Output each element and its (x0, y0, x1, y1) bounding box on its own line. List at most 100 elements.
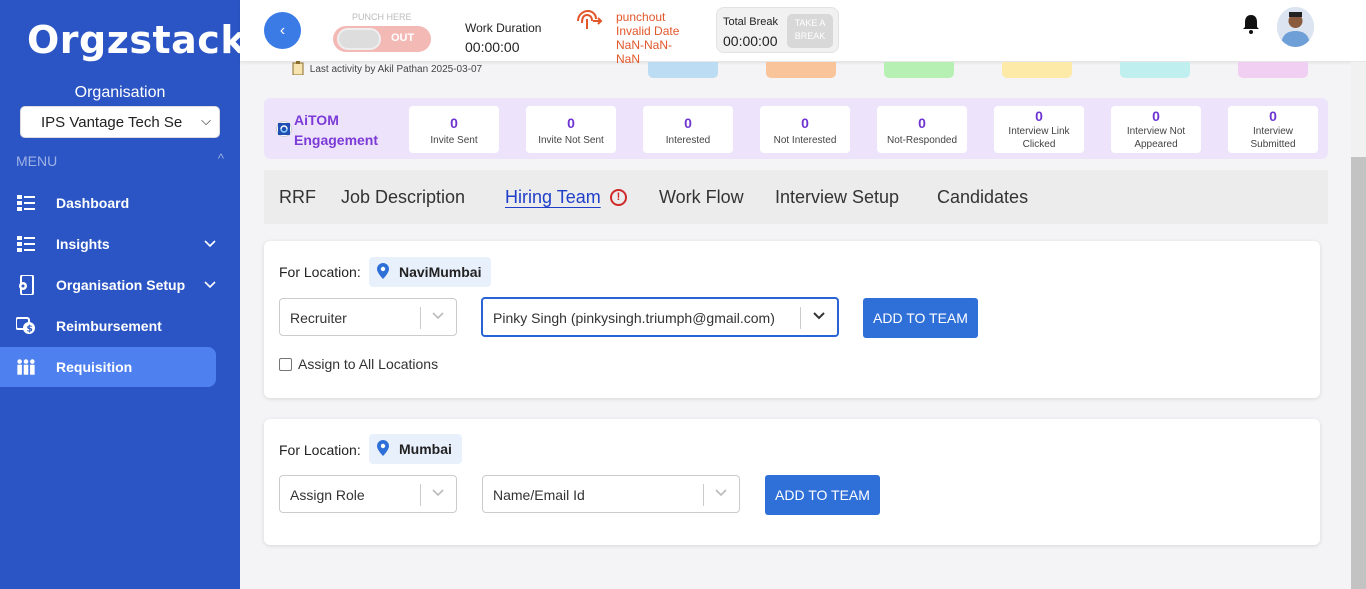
stat-card (766, 62, 836, 78)
assign-all-locations[interactable]: Assign to All Locations (279, 356, 438, 372)
aitom-title-line: Engagement (294, 132, 379, 148)
map-pin-icon (377, 439, 389, 459)
engagement-label: Invite Sent (430, 135, 478, 146)
tab-candidates[interactable]: Candidates (937, 187, 1028, 208)
reimbursement-icon: $ (16, 316, 36, 336)
refresh-icon[interactable] (276, 121, 292, 137)
take-break-button[interactable]: TAKE A BREAK (787, 14, 833, 48)
take-break-line: TAKE A (794, 18, 826, 28)
menu-header[interactable]: MENU ^ (16, 151, 224, 169)
stat-card (1002, 62, 1072, 78)
sidebar-item-organisation-setup[interactable]: Organisation Setup (0, 265, 216, 305)
member-select[interactable]: Pinky Singh (pinkysingh.triumph@gmail.co… (481, 297, 839, 337)
sidebar-item-label: Reimbursement (56, 318, 162, 334)
total-break-box: Total Break 00:00:00 TAKE A BREAK (716, 7, 839, 53)
sidebar-item-label: Dashboard (56, 195, 130, 211)
engagement-card-interested[interactable]: 0 Interested (643, 106, 733, 153)
role-select[interactable]: Recruiter (279, 298, 457, 336)
sidebar-item-reimbursement[interactable]: $ Reimbursement (0, 306, 216, 346)
member-select-value: Pinky Singh (pinkysingh.triumph@gmail.co… (493, 310, 775, 326)
map-pin-icon (377, 262, 389, 282)
people-icon (16, 357, 36, 377)
engagement-label: Not Interested (773, 135, 837, 146)
last-activity: Last activity by Akil Pathan 2025-03-07 (292, 61, 483, 76)
select-separator (703, 484, 704, 506)
select-separator (420, 484, 421, 506)
engagement-card-interview-not-appeared[interactable]: 0 Interview Not Appeared (1111, 106, 1201, 153)
member-select[interactable]: Name/Email Id (482, 475, 740, 513)
member-select-placeholder: Name/Email Id (493, 487, 585, 503)
tab-hiring-team[interactable]: Hiring Team (505, 187, 601, 208)
total-break-label: Total Break (723, 16, 779, 28)
engagement-label: Interested (665, 135, 711, 146)
sidebar-item-label: Organisation Setup (56, 277, 186, 293)
list-icon (16, 234, 36, 254)
role-select-value: Recruiter (290, 310, 347, 326)
engagement-count: 0 (1035, 108, 1043, 124)
menu-label: MENU (16, 153, 58, 169)
engagement-card-invite-not-sent[interactable]: 0 Invite Not Sent (526, 106, 616, 153)
punchout-info: punchout Invalid Date NaN-NaN- NaN (616, 10, 696, 66)
chevron-down-icon (431, 485, 445, 501)
back-button[interactable]: ‹ (264, 12, 301, 49)
tab-interview-setup[interactable]: Interview Setup (775, 187, 899, 208)
organisation-label: Organisation (74, 84, 166, 101)
engagement-count: 0 (567, 115, 575, 131)
sidebar: Orgzstack Organisation IPS Vantage Tech … (0, 0, 246, 589)
engagement-card-not-interested[interactable]: 0 Not Interested (760, 106, 850, 153)
clipboard-icon (292, 61, 310, 76)
chevron-down-icon (812, 308, 826, 324)
last-activity-text: Last activity by Akil Pathan 2025-03-07 (309, 64, 483, 75)
tab-job-description[interactable]: Job Description (341, 187, 465, 208)
sidebar-item-insights[interactable]: Insights (0, 224, 216, 264)
total-break-value: 00:00:00 (723, 33, 778, 49)
engagement-card-invite-sent[interactable]: 0 Invite Sent (409, 106, 499, 153)
assign-all-label: Assign to All Locations (298, 356, 439, 372)
engagement-label: Not-Responded (886, 135, 958, 146)
punchout-line: Invalid Date (616, 24, 680, 38)
for-location-label: For Location: (279, 442, 361, 458)
top-header: ‹ PUNCH HERE OUT Work Duration 00:00:00 … (240, 0, 1366, 66)
warning-icon: ! (610, 189, 627, 206)
fingerprint-icon (575, 9, 603, 38)
engagement-card-interview-link-clicked[interactable]: 0 Interview Link Clicked (994, 106, 1084, 153)
location-card-mumbai: For Location: Mumbai Assign Role Name/Em… (264, 419, 1320, 545)
engagement-count: 0 (801, 115, 809, 131)
location-card-navimumbai: For Location: NaviMumbai Recruiter Pinky… (264, 241, 1320, 398)
engagement-label: Interview Not Appeared (1126, 126, 1186, 150)
punch-label: PUNCH HERE (352, 12, 412, 22)
sidebar-item-label: Requisition (56, 359, 133, 375)
chevron-down-icon: ⌵ (201, 113, 211, 128)
scrollbar-thumb[interactable] (1351, 157, 1366, 589)
role-select[interactable]: Assign Role (279, 475, 457, 513)
add-to-team-button[interactable]: ADD TO TEAM (863, 298, 978, 338)
location-chip: NaviMumbai (369, 257, 492, 287)
bell-icon[interactable] (1242, 14, 1260, 39)
chevron-down-icon (204, 237, 216, 251)
location-name: NaviMumbai (399, 264, 482, 280)
avatar[interactable] (1277, 7, 1314, 47)
organisation-select[interactable]: IPS Vantage Tech Se ⌵ (20, 106, 220, 138)
engagement-label: Invite Not Sent (538, 135, 604, 146)
work-duration-value: 00:00:00 (465, 39, 520, 55)
engagement-card-interview-submitted[interactable]: 0 Interview Submitted (1228, 106, 1318, 153)
toggle-knob (337, 28, 381, 50)
punch-toggle[interactable]: OUT (333, 26, 431, 52)
engagement-count: 0 (684, 115, 692, 131)
tab-bar: RRF Job Description Hiring Team ! Work F… (264, 170, 1328, 224)
add-to-team-button[interactable]: ADD TO TEAM (765, 475, 880, 515)
aitom-title: AiTOM Engagement (294, 110, 378, 150)
organisation-select-value: IPS Vantage Tech Se (41, 114, 183, 131)
engagement-card-not-responded[interactable]: 0 Not-Responded (877, 106, 967, 153)
svg-text:$: $ (27, 325, 33, 335)
assign-all-checkbox[interactable] (279, 357, 292, 371)
tab-rrf[interactable]: RRF (279, 187, 316, 208)
sidebar-item-requisition[interactable]: Requisition (0, 347, 216, 387)
app-logo: Orgzstack (27, 18, 247, 62)
chevron-down-icon (431, 308, 445, 324)
sidebar-item-dashboard[interactable]: Dashboard (0, 183, 216, 223)
take-break-line: BREAK (794, 31, 826, 41)
tab-work-flow[interactable]: Work Flow (659, 187, 744, 208)
select-separator (420, 307, 421, 329)
for-location-label: For Location: (279, 264, 361, 280)
